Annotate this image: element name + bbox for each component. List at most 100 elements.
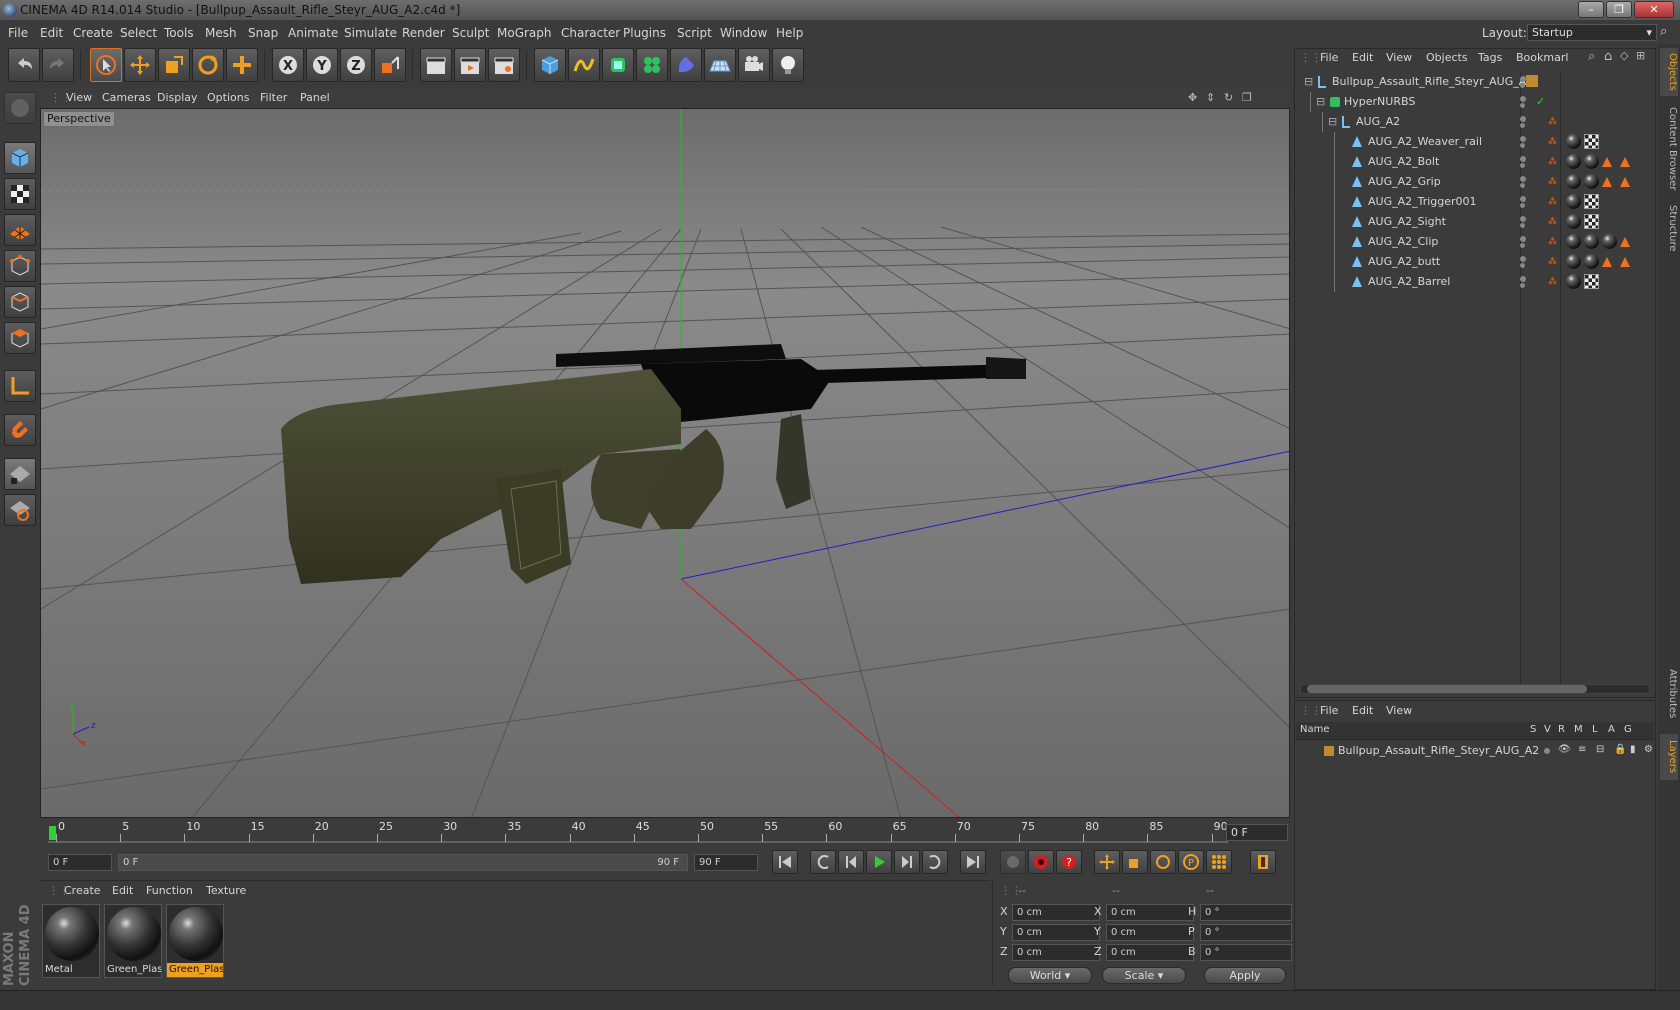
start-frame-field[interactable]: 0 F — [48, 854, 112, 871]
material-tag-icon[interactable] — [1566, 274, 1581, 289]
material-tag-icon[interactable] — [1566, 174, 1581, 189]
snap-button[interactable] — [4, 414, 36, 446]
material-tag-icon[interactable] — [1566, 194, 1581, 209]
workplane-lock-button[interactable] — [4, 458, 36, 490]
selection-tag-icon[interactable] — [1620, 177, 1630, 187]
editor-visibility-dot[interactable] — [1520, 136, 1526, 142]
timeline-ruler[interactable]: 0 5 10 15 20 25 30 35 40 45 50 55 60 65 70 75 80 85 90 — [40, 820, 1290, 844]
menu-simulate[interactable]: Simulate — [344, 22, 397, 44]
selection-tag-icon[interactable] — [1602, 177, 1612, 187]
key-parameter-button[interactable]: P — [1178, 850, 1204, 874]
render-settings-button[interactable] — [488, 48, 520, 82]
spline-button[interactable] — [568, 48, 600, 82]
menu-file[interactable]: File — [8, 22, 28, 44]
layer-render-icon[interactable]: ≡ — [1578, 744, 1586, 755]
render-visibility-dot[interactable] — [1520, 123, 1525, 128]
tab-attributes[interactable]: Attributes — [1660, 664, 1678, 724]
viewport-menu-view[interactable]: View — [66, 88, 92, 108]
maximize-view-icon[interactable]: ❐ — [1242, 88, 1252, 108]
tab-structure[interactable]: Structure — [1660, 200, 1678, 256]
y-axis-button[interactable]: Y — [306, 48, 338, 82]
viewport-menu-filter[interactable]: Filter — [260, 88, 287, 108]
texture-tag-icon[interactable] — [1584, 134, 1599, 149]
material-menu-create[interactable]: Create — [64, 884, 101, 897]
material-tag-icon[interactable] — [1566, 214, 1581, 229]
rotate-view-icon[interactable]: ↻ — [1224, 88, 1233, 108]
phong-tag-icon[interactable]: ⁂ — [1548, 112, 1557, 132]
editor-visibility-dot[interactable] — [1520, 276, 1526, 282]
material-tag-icon[interactable] — [1566, 234, 1581, 249]
editor-visibility-dot[interactable] — [1520, 176, 1526, 182]
layer-menu-view[interactable]: View — [1386, 704, 1412, 717]
render-picture-viewer-button[interactable] — [454, 48, 486, 82]
object-row[interactable]: ⊟ AUG_A2 ⁂ — [1294, 112, 1656, 132]
selection-tag-icon[interactable] — [1620, 157, 1630, 167]
phong-tag-icon[interactable]: ⁂ — [1548, 132, 1557, 152]
tab-layers[interactable]: Layers — [1660, 734, 1678, 780]
layout-select[interactable]: Startup ▾ — [1527, 24, 1657, 41]
camera-button[interactable] — [738, 48, 770, 82]
render-visibility-dot[interactable] — [1520, 83, 1525, 88]
material-slot-selected[interactable]: Green_Plas — [166, 904, 224, 978]
menu-plugins[interactable]: Plugins — [623, 22, 666, 44]
end-frame-field[interactable]: 90 F — [694, 854, 758, 871]
coord-value-field[interactable]: 0 cm — [1106, 924, 1194, 941]
coord-value-field[interactable]: 0 ° — [1200, 944, 1292, 961]
zoom-view-icon[interactable]: ⇕ — [1206, 88, 1215, 108]
viewport[interactable]: Perspective y z x — [40, 108, 1290, 818]
floor-button[interactable] — [704, 48, 736, 82]
object-row[interactable]: AUG_A2_Clip ⁂ — [1294, 232, 1656, 252]
previous-frame-button[interactable] — [838, 850, 864, 874]
layer-menu-edit[interactable]: Edit — [1352, 704, 1373, 717]
coord-value-field[interactable]: 0 cm — [1106, 944, 1194, 961]
menu-tools[interactable]: Tools — [164, 22, 194, 44]
cube-button[interactable] — [534, 48, 566, 82]
object-row[interactable]: AUG_A2_Trigger001 ⁂ — [1294, 192, 1656, 212]
phong-tag-icon[interactable]: ⁂ — [1548, 192, 1557, 212]
minimize-button[interactable]: – — [1578, 1, 1604, 18]
workplane-rotate-button[interactable] — [4, 494, 36, 526]
autokey-button[interactable] — [1028, 850, 1054, 874]
menu-edit[interactable]: Edit — [40, 22, 63, 44]
render-visibility-dot[interactable] — [1520, 243, 1525, 248]
menu-animate[interactable]: Animate — [288, 22, 338, 44]
menu-create[interactable]: Create — [73, 22, 113, 44]
scrollbar-thumb[interactable] — [1307, 685, 1587, 693]
phong-tag-icon[interactable]: ⁂ — [1548, 232, 1557, 252]
menu-window[interactable]: Window — [720, 22, 767, 44]
timeline-window-button[interactable] — [1250, 850, 1276, 874]
layer-row[interactable]: Bullpup_Assault_Rifle_Steyr_AUG_A2 👁 ≡ ⊟… — [1296, 742, 1654, 760]
material-tag-icon[interactable] — [1566, 254, 1581, 269]
world-dropdown[interactable]: World ▾ — [1008, 967, 1092, 984]
object-menu-edit[interactable]: Edit — [1352, 51, 1373, 64]
tab-content-browser[interactable]: Content Browser — [1660, 104, 1678, 194]
key-rotation-button[interactable] — [1150, 850, 1176, 874]
layer-solo-toggle[interactable] — [1544, 748, 1550, 754]
preview-range-slider[interactable]: 0 F 90 F — [118, 854, 688, 871]
object-row[interactable]: AUG_A2_butt ⁂ — [1294, 252, 1656, 272]
phong-tag-icon[interactable]: ⁂ — [1548, 152, 1557, 172]
material-tag-icon[interactable] — [1584, 154, 1599, 169]
mograph-cloner-button[interactable] — [636, 48, 668, 82]
editor-visibility-dot[interactable] — [1520, 156, 1526, 162]
play-button[interactable] — [866, 850, 892, 874]
texture-tag-icon[interactable] — [1584, 194, 1599, 209]
viewport-menu-cameras[interactable]: Cameras — [102, 88, 151, 108]
live-selection-button[interactable] — [90, 48, 122, 82]
texture-mode-button[interactable] — [4, 178, 36, 210]
close-button[interactable]: ✕ — [1634, 1, 1674, 18]
search-icon[interactable]: ⌕ — [1660, 24, 1676, 40]
points-mode-button[interactable] — [4, 250, 36, 282]
viewport-menu-options[interactable]: Options — [207, 88, 249, 108]
editor-visibility-dot[interactable] — [1520, 216, 1526, 222]
render-visibility-dot[interactable] — [1520, 183, 1525, 188]
object-row[interactable]: AUG_A2_Bolt ⁂ — [1294, 152, 1656, 172]
object-row[interactable]: ⊟ HyperNURBS ✓ — [1294, 92, 1656, 112]
texture-tag-icon[interactable] — [1584, 274, 1599, 289]
coord-value-field[interactable]: 0 ° — [1200, 904, 1292, 921]
material-slot[interactable]: Metal — [42, 904, 100, 978]
render-visibility-dot[interactable] — [1520, 103, 1525, 108]
coord-value-field[interactable]: 0 cm — [1106, 904, 1194, 921]
layer-generator-icon[interactable]: ⚙ — [1644, 744, 1653, 755]
layer-manager-icon[interactable]: ⊟ — [1596, 744, 1604, 755]
